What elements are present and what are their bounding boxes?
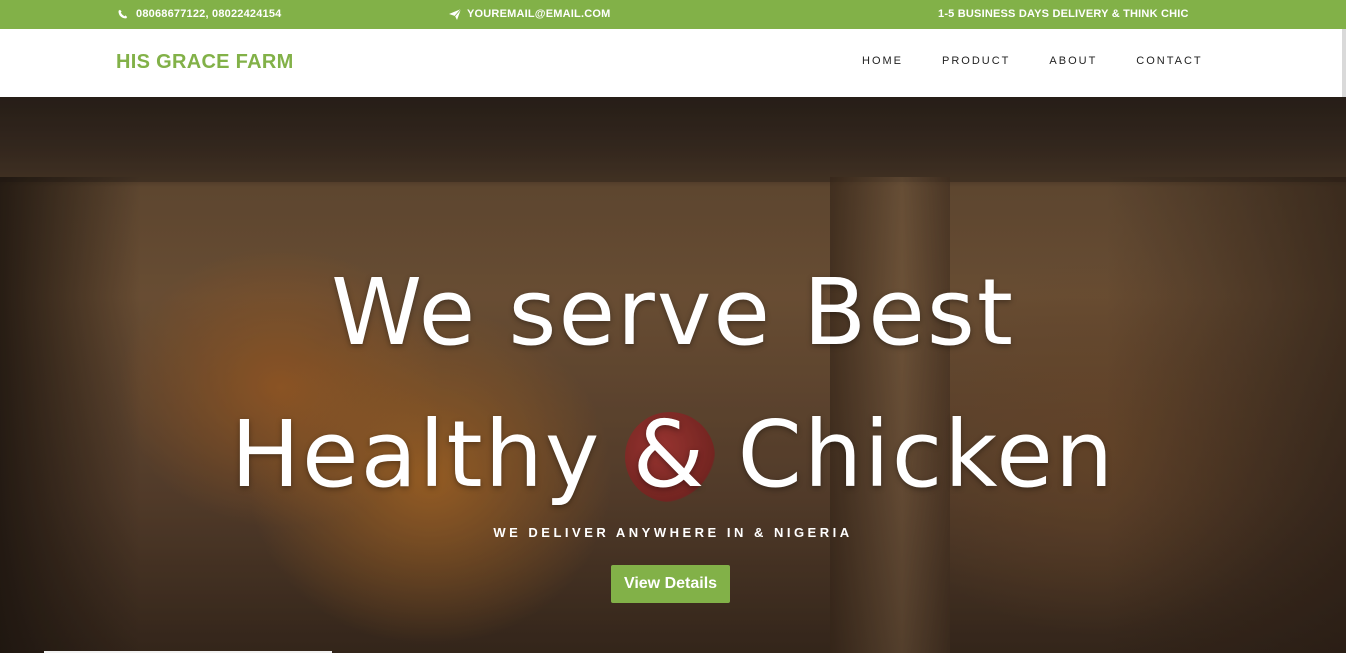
delivery-info: 1-5 BUSINESS DAYS DELIVERY & THINK CHIC	[938, 8, 1218, 20]
phone-numbers: 08068677122, 08022424154	[136, 8, 282, 20]
hero-subtitle: WE DELIVER ANYWHERE IN & NIGERIA	[493, 525, 853, 540]
hero-banner: We serve Best Healthy & Chicken WE DELIV…	[0, 97, 1346, 653]
top-info-bar: 08068677122, 08022424154 YOUREMAIL@EMAIL…	[0, 0, 1346, 29]
delivery-text: 1-5 BUSINESS DAYS DELIVERY & THINK CHIC	[938, 8, 1189, 20]
phone-info: 08068677122, 08022424154	[118, 8, 282, 20]
hero-title: We serve Best Healthy & Chicken	[0, 242, 1346, 526]
phone-icon	[118, 8, 132, 20]
hero-title-line-2: Healthy & Chicken	[230, 401, 1116, 508]
hero-title-line-1: We serve Best	[331, 259, 1015, 366]
nav-home[interactable]: HOME	[862, 55, 903, 67]
nav-about[interactable]: ABOUT	[1049, 55, 1097, 67]
nav-product[interactable]: PRODUCT	[942, 55, 1010, 67]
view-details-button[interactable]: View Details	[611, 565, 730, 603]
brand-logo[interactable]: HIS GRACE FARM	[116, 51, 294, 74]
main-nav: HOME PRODUCT ABOUT CONTACT	[862, 55, 1242, 67]
email-address[interactable]: YOUREMAIL@EMAIL.COM	[467, 8, 610, 20]
nav-contact[interactable]: CONTACT	[1136, 55, 1202, 67]
site-header: HIS GRACE FARM HOME PRODUCT ABOUT CONTAC…	[0, 29, 1346, 97]
paper-plane-icon	[449, 8, 463, 20]
email-info: YOUREMAIL@EMAIL.COM	[449, 8, 610, 20]
